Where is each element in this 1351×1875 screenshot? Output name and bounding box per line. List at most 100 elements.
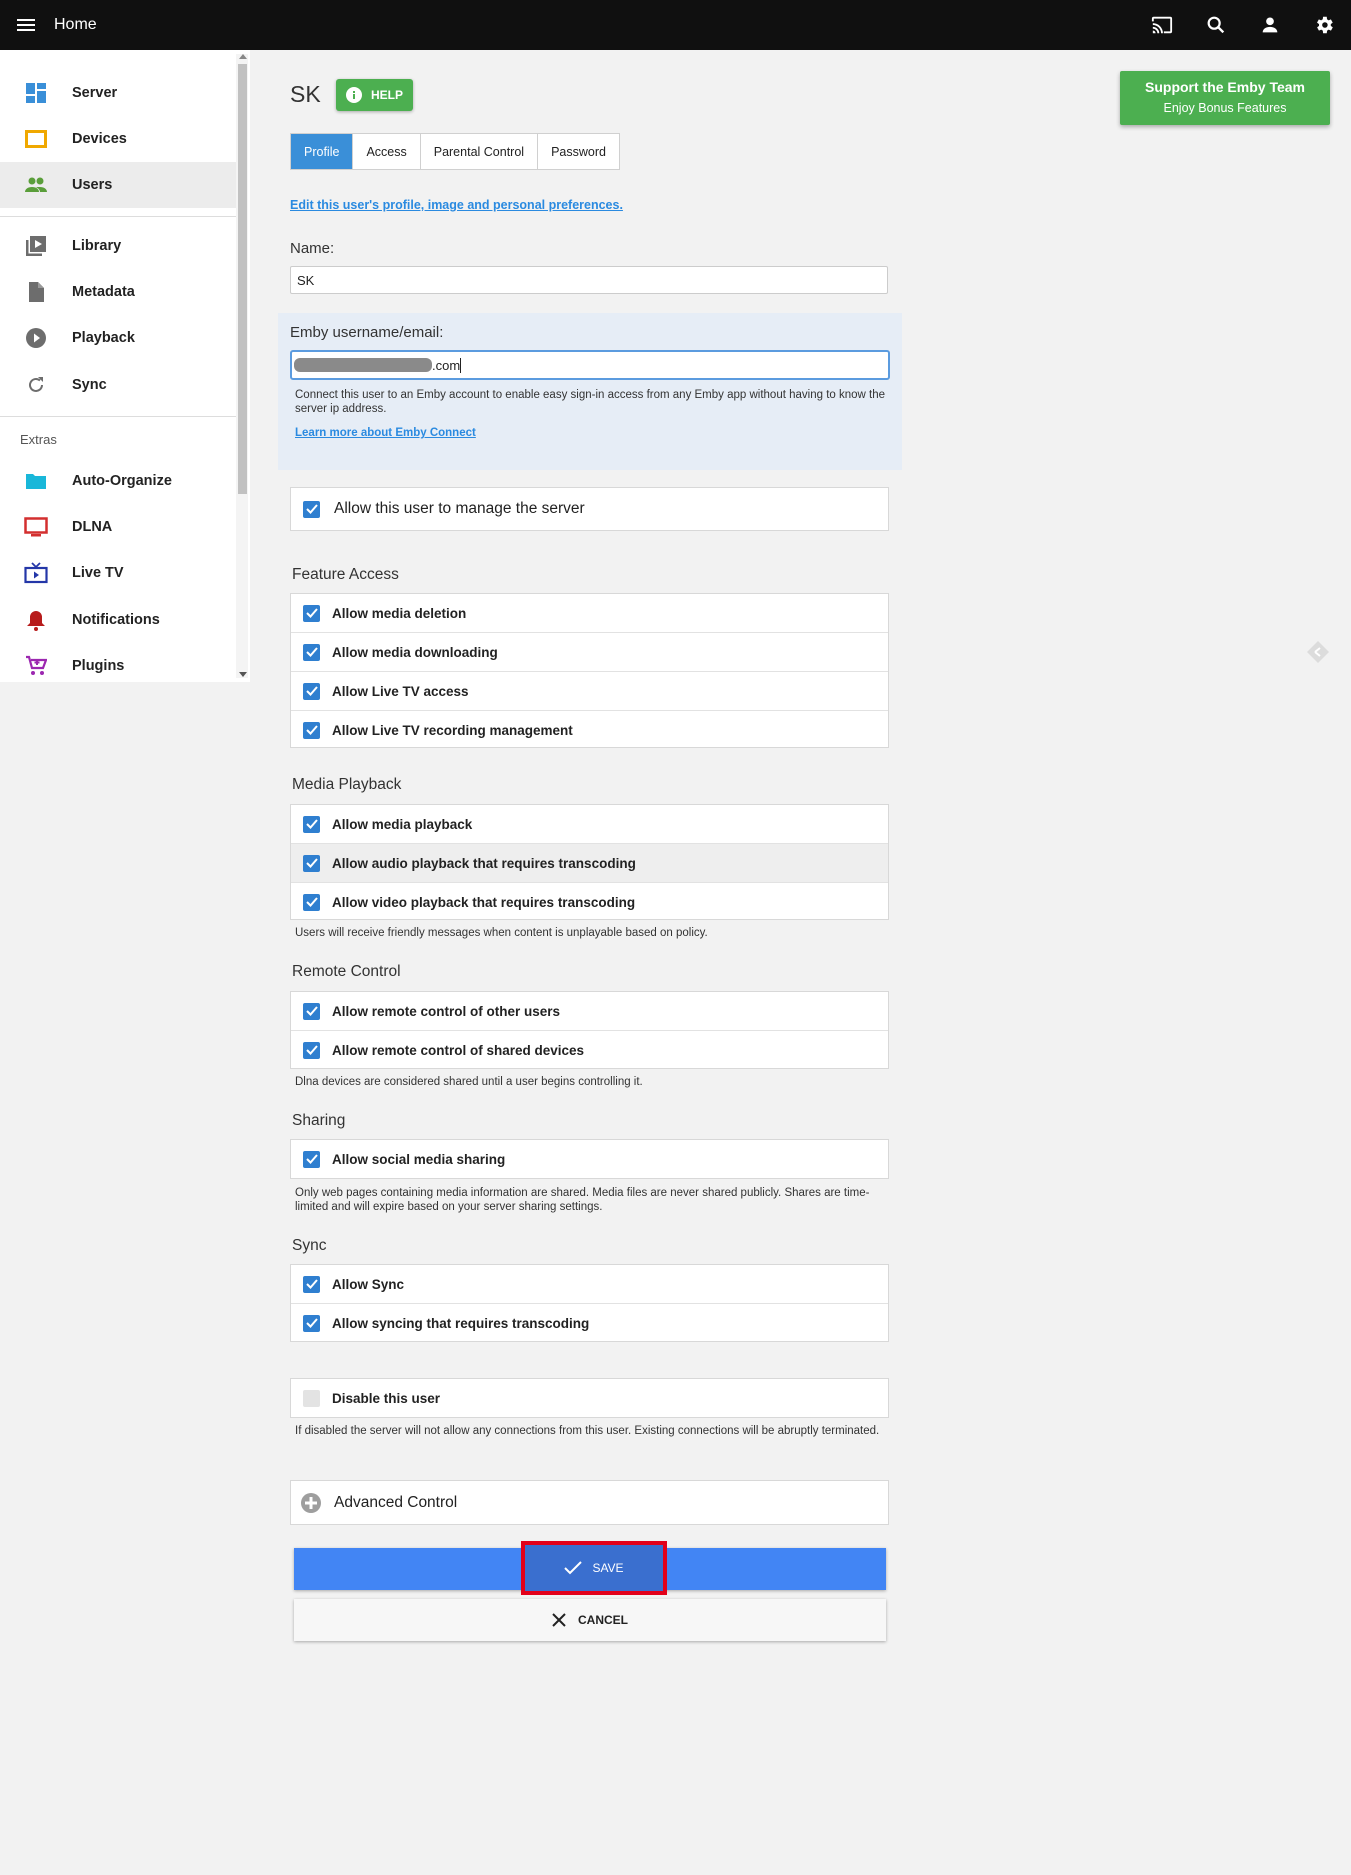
live-tv-icon [24, 561, 48, 585]
tv-icon [24, 515, 48, 539]
disable-user-checkbox[interactable] [303, 1389, 320, 1407]
checkbox-row[interactable]: Allow Sync [291, 1265, 888, 1304]
sidebar-item-label: Notifications [72, 612, 160, 628]
checkbox[interactable] [303, 643, 320, 661]
checkbox-row[interactable]: Allow media playback [291, 805, 888, 844]
edit-profile-link[interactable]: Edit this user's profile, image and pers… [290, 198, 623, 212]
cancel-button[interactable]: CANCEL [294, 1599, 886, 1641]
email-suffix: .com [432, 357, 461, 373]
sidebar-item-plugins[interactable]: Plugins [0, 643, 236, 682]
connect-help-text: Connect this user to an Emby account to … [295, 389, 886, 415]
checkbox-row[interactable]: Allow Live TV recording management [291, 711, 888, 749]
email-input[interactable]: .com [290, 350, 890, 380]
checkbox[interactable] [303, 721, 320, 739]
tab-parental-control[interactable]: Parental Control [421, 134, 539, 169]
checkbox[interactable] [303, 682, 320, 700]
checkbox[interactable] [303, 1150, 320, 1168]
sidebar-item-users[interactable]: Users [0, 162, 236, 208]
scroll-down-icon[interactable] [239, 672, 247, 677]
sidebar-item-devices[interactable]: Devices [0, 116, 236, 162]
plus-circle-icon [301, 1492, 321, 1513]
checkbox-row[interactable]: Allow social media sharing [291, 1140, 888, 1178]
disable-user-row[interactable]: Disable this user [291, 1379, 888, 1417]
cast-icon[interactable] [1151, 14, 1173, 36]
scroll-up-icon[interactable] [239, 54, 247, 59]
checkbox[interactable] [303, 854, 320, 872]
user-tabs: Profile Access Parental Control Password [290, 133, 620, 170]
help-button[interactable]: HELP [336, 79, 413, 111]
name-label: Name: [290, 240, 335, 257]
support-emby-button[interactable]: Support the Emby Team Enjoy Bonus Featur… [1120, 71, 1330, 125]
sidebar-item-library[interactable]: Library [0, 223, 236, 269]
checkbox[interactable] [303, 1041, 320, 1059]
checkbox[interactable] [303, 1002, 320, 1020]
tab-password[interactable]: Password [538, 134, 619, 169]
feedback-icon[interactable] [1306, 640, 1330, 664]
manage-server-checkbox[interactable] [303, 500, 320, 518]
advanced-control-row[interactable]: Advanced Control [291, 1481, 888, 1524]
checkbox[interactable] [303, 893, 320, 911]
sidebar-item-metadata[interactable]: Metadata [0, 269, 236, 315]
sync-title: Sync [292, 1237, 327, 1254]
feature-access-box: Allow media deletion Allow media downloa… [290, 593, 889, 748]
close-icon [552, 1613, 566, 1627]
checkbox[interactable] [303, 1314, 320, 1332]
checkbox[interactable] [303, 815, 320, 833]
checkbox-row[interactable]: Allow media deletion [291, 594, 888, 633]
devices-icon [24, 127, 48, 151]
top-bar: Home [0, 0, 1351, 50]
checkbox-row[interactable]: Allow syncing that requires transcoding [291, 1304, 888, 1342]
checkbox-label: Allow audio playback that requires trans… [332, 855, 636, 871]
checkbox-row[interactable]: Allow Live TV access [291, 672, 888, 711]
sharing-note: Only web pages containing media informat… [295, 1187, 870, 1213]
checkbox[interactable] [303, 1275, 320, 1293]
menu-icon[interactable] [16, 15, 36, 35]
checkbox-label: Allow Live TV access [332, 683, 469, 699]
checkbox-row[interactable]: Allow media downloading [291, 633, 888, 672]
sidebar-item-label: Playback [72, 330, 135, 346]
media-playback-title: Media Playback [292, 776, 402, 793]
sidebar-item-label: Sync [72, 377, 107, 393]
sidebar-item-auto-organize[interactable]: Auto-Organize [0, 458, 236, 504]
sidebar-item-sync[interactable]: Sync [0, 362, 236, 408]
checkbox-row[interactable]: Allow video playback that requires trans… [291, 883, 888, 921]
sidebar-item-live-tv[interactable]: Live TV [0, 550, 236, 596]
search-icon[interactable] [1205, 14, 1227, 36]
document-icon [24, 280, 48, 304]
name-input[interactable]: SK [290, 266, 888, 294]
feature-access-title: Feature Access [292, 566, 399, 583]
library-icon [24, 234, 48, 258]
sidebar-item-label: Plugins [72, 658, 125, 674]
tab-profile[interactable]: Profile [291, 134, 354, 169]
emby-connect-link[interactable]: Learn more about Emby Connect [295, 427, 476, 439]
save-button-content[interactable]: SAVE [521, 1541, 667, 1595]
sidebar-divider [0, 416, 236, 417]
remote-note: Dlna devices are considered shared until… [295, 1076, 643, 1088]
sidebar-item-notifications[interactable]: Notifications [0, 597, 236, 643]
manage-server-row[interactable]: Allow this user to manage the server [291, 488, 888, 530]
user-icon[interactable] [1259, 14, 1281, 36]
tab-access[interactable]: Access [353, 134, 421, 169]
checkbox-label: Allow remote control of other users [332, 1003, 561, 1019]
checkbox-row[interactable]: Allow audio playback that requires trans… [291, 844, 888, 883]
checkbox-label: Allow Sync [332, 1276, 405, 1292]
page-title: SK [290, 81, 321, 107]
sidebar-item-server[interactable]: Server [0, 70, 236, 116]
checkbox-row[interactable]: Allow remote control of shared devices [291, 1031, 888, 1069]
checkbox[interactable] [303, 604, 320, 622]
sidebar-scroll-thumb[interactable] [238, 64, 247, 494]
redacted-email [294, 358, 432, 372]
sidebar-item-playback[interactable]: Playback [0, 315, 236, 361]
sidebar-item-label: Auto-Organize [72, 473, 172, 489]
gear-icon[interactable] [1313, 14, 1335, 36]
sidebar-item-dlna[interactable]: DLNA [0, 504, 236, 550]
home-link[interactable]: Home [54, 16, 97, 34]
disable-user-label: Disable this user [332, 1390, 441, 1406]
sidebar-item-label: Server [72, 85, 118, 101]
sync-icon [24, 373, 48, 397]
save-label: SAVE [592, 1561, 624, 1575]
manage-server-label: Allow this user to manage the server [334, 500, 585, 517]
play-circle-icon [24, 326, 48, 350]
sidebar-divider [0, 216, 236, 217]
checkbox-row[interactable]: Allow remote control of other users [291, 992, 888, 1031]
